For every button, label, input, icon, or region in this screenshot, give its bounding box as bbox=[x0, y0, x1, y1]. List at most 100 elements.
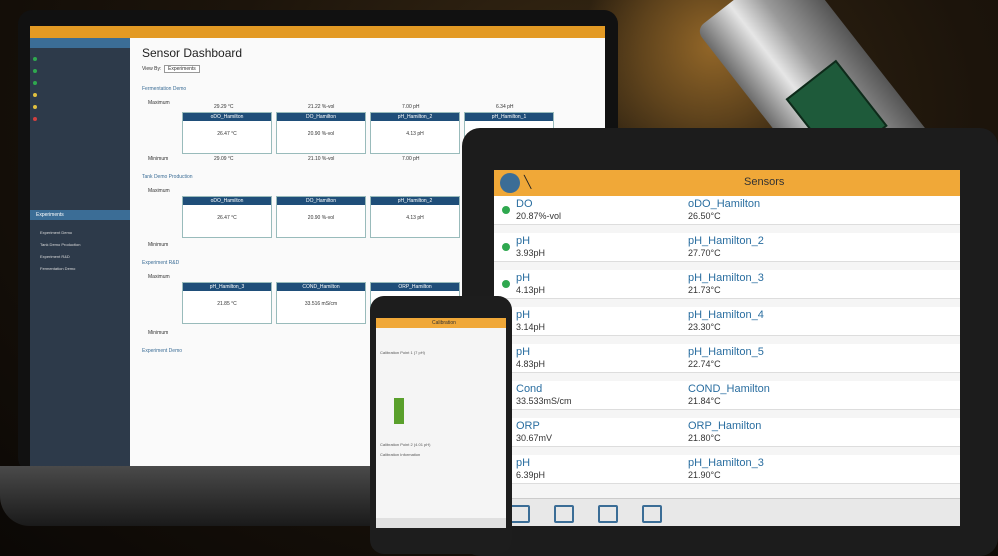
view-by-select[interactable]: Experiments bbox=[164, 65, 200, 73]
sensor-right-name: pH_Hamilton_2 bbox=[688, 235, 764, 247]
sensor-left-name: pH bbox=[516, 309, 531, 321]
sensor-left-value: 4.13pH bbox=[516, 285, 546, 295]
sensor-right-name: pH_Hamilton_3 bbox=[688, 457, 764, 469]
sensor-right-value: 23.30°C bbox=[688, 322, 721, 332]
sensor-row[interactable]: Cond 33.533mS/cm COND_Hamilton 21.84°C bbox=[494, 381, 960, 410]
sensor-right-name: pH_Hamilton_4 bbox=[688, 309, 764, 321]
sensor-row[interactable]: DO 20.87%-vol oDO_Hamilton 26.50°C bbox=[494, 196, 960, 225]
sensor-right-value: 26.50°C bbox=[688, 211, 721, 221]
sensor-left-value: 3.14pH bbox=[516, 322, 546, 332]
experiments-header: Experiments bbox=[30, 210, 130, 220]
min-value: 29.09 °C bbox=[214, 156, 234, 162]
card-value: 33.516 mS/cm bbox=[304, 301, 338, 307]
sensor-right-value: 22.74°C bbox=[688, 359, 721, 369]
status-dot bbox=[33, 117, 37, 121]
sensor-right-value: 27.70°C bbox=[688, 248, 721, 258]
max-value: 29.29 °C bbox=[214, 104, 234, 110]
page-title: Sensor Dashboard bbox=[142, 46, 243, 60]
sensor-row[interactable]: pH 4.13pH pH_Hamilton_3 21.73°C bbox=[494, 270, 960, 299]
sidebar-item[interactable] bbox=[30, 90, 130, 100]
card-value: 26.47 °C bbox=[217, 131, 237, 137]
experiment-item[interactable]: Experiment R&D bbox=[30, 254, 130, 264]
app-logo-icon bbox=[500, 173, 520, 193]
sensor-right-value: 21.73°C bbox=[688, 285, 721, 295]
sensor-left-value: 3.93pH bbox=[516, 248, 546, 258]
min-value: 7.00 pH bbox=[402, 156, 420, 162]
sensor-card[interactable]: pH_Hamilton_2 4.13 pH bbox=[370, 196, 460, 238]
min-label: Minimum bbox=[148, 156, 169, 162]
sensor-row[interactable]: pH 4.83pH pH_Hamilton_5 22.74°C bbox=[494, 344, 960, 373]
card-title: ORP_Hamilton bbox=[371, 283, 459, 291]
sensor-right-value: 21.84°C bbox=[688, 396, 721, 406]
cal-section[interactable]: Calibration Information bbox=[380, 452, 420, 457]
section-title: Fermentation Demo bbox=[142, 86, 187, 92]
card-value: 20.90 %-vol bbox=[307, 131, 335, 137]
sidebar-item[interactable] bbox=[30, 54, 130, 64]
filter-icon[interactable] bbox=[642, 505, 662, 523]
experiment-item[interactable]: Tank Demo Production bbox=[30, 242, 130, 252]
monitor-icon[interactable] bbox=[598, 505, 618, 523]
card-value: 4.13 pH bbox=[406, 215, 424, 221]
sensor-right-value: 21.80°C bbox=[688, 433, 721, 443]
section-title: Experiment R&D bbox=[142, 260, 180, 266]
section-title: Tank Demo Production bbox=[142, 174, 193, 180]
card-title: pH_Hamilton_1 bbox=[465, 113, 553, 121]
sensor-right-name: pH_Hamilton_3 bbox=[688, 272, 764, 284]
sensor-right-name: pH_Hamilton_5 bbox=[688, 346, 764, 358]
tablet-device: ╲ Sensors DO 20.87%-vol oDO_Hamilton 26.50°… bbox=[462, 128, 998, 556]
card-title: COND_Hamilton bbox=[277, 283, 365, 291]
card-title: DO_Hamilton bbox=[277, 197, 365, 205]
sidebar-item[interactable] bbox=[30, 78, 130, 88]
sidebar-item[interactable] bbox=[30, 114, 130, 124]
min-value: 21.10 %-vol bbox=[308, 156, 335, 162]
status-dot bbox=[33, 93, 37, 97]
sensor-row[interactable]: pH 3.14pH pH_Hamilton_4 23.30°C bbox=[494, 307, 960, 336]
max-label: Maximum bbox=[148, 274, 170, 280]
sensor-card[interactable]: pH_Hamilton_2 4.13 pH bbox=[370, 112, 460, 154]
sensor-left-value: 6.39pH bbox=[516, 470, 546, 480]
status-dot bbox=[33, 69, 37, 73]
sidebar: Experiments Experiment Demo Tank Demo Pr… bbox=[30, 38, 130, 466]
sensor-card[interactable]: pH_Hamilton_3 21.85 °C bbox=[182, 282, 272, 324]
phone-device: Calibration Calibration Point 1 (7 pH) C… bbox=[370, 296, 512, 556]
sensor-right-name: ORP_Hamilton bbox=[688, 420, 762, 432]
sensor-row[interactable]: ORP 30.67mV ORP_Hamilton 21.80°C bbox=[494, 418, 960, 447]
sensor-left-value: 33.533mS/cm bbox=[516, 396, 572, 406]
sidebar-item[interactable] bbox=[30, 66, 130, 76]
phone-screen: Calibration Calibration Point 1 (7 pH) C… bbox=[376, 318, 506, 528]
chart-icon[interactable] bbox=[554, 505, 574, 523]
sensors-icon[interactable] bbox=[510, 505, 530, 523]
experiment-item[interactable]: Experiment Demo bbox=[30, 230, 130, 240]
sensor-left-value: 4.83pH bbox=[516, 359, 546, 369]
sidebar-item[interactable] bbox=[30, 102, 130, 112]
sensor-right-name: COND_Hamilton bbox=[688, 383, 770, 395]
sensor-left-name: pH bbox=[516, 272, 531, 284]
tablet-footer bbox=[494, 498, 960, 526]
max-label: Maximum bbox=[148, 100, 170, 106]
card-value: 4.13 pH bbox=[406, 131, 424, 137]
max-value: 7.00 pH bbox=[402, 104, 420, 110]
sensor-row[interactable]: pH 3.93pH pH_Hamilton_2 27.70°C bbox=[494, 233, 960, 262]
cal-section[interactable]: Calibration Point 1 (7 pH) bbox=[380, 350, 425, 355]
sensor-card[interactable]: oDO_Hamilton 26.47 °C bbox=[182, 196, 272, 238]
sensor-right-value: 21.90°C bbox=[688, 470, 721, 480]
sensor-row[interactable]: pH 6.39pH pH_Hamilton_3 21.90°C bbox=[494, 455, 960, 484]
sensor-card[interactable]: DO_Hamilton 20.90 %-vol bbox=[276, 112, 366, 154]
tablet-header: ╲ Sensors bbox=[494, 170, 960, 196]
max-value: 6.34 pH bbox=[496, 104, 514, 110]
card-title: pH_Hamilton_2 bbox=[371, 197, 459, 205]
card-title: pH_Hamilton_3 bbox=[183, 283, 271, 291]
sensor-card[interactable]: COND_Hamilton 33.516 mS/cm bbox=[276, 282, 366, 324]
sensor-card[interactable]: oDO_Hamilton 26.47 °C bbox=[182, 112, 272, 154]
sensor-left-value: 20.87%-vol bbox=[516, 211, 562, 221]
card-title: pH_Hamilton_2 bbox=[371, 113, 459, 121]
max-value: 21.22 %-vol bbox=[308, 104, 335, 110]
status-dot bbox=[502, 280, 510, 288]
experiment-item[interactable]: Fermentation Demo bbox=[30, 266, 130, 276]
status-dot bbox=[33, 105, 37, 109]
header-title: Sensors bbox=[744, 176, 785, 188]
view-by-label: View By: bbox=[142, 66, 162, 72]
cal-section[interactable]: Calibration Point 2 (4.01 pH) bbox=[380, 442, 430, 447]
card-value: 26.47 °C bbox=[217, 215, 237, 221]
sensor-card[interactable]: DO_Hamilton 20.90 %-vol bbox=[276, 196, 366, 238]
